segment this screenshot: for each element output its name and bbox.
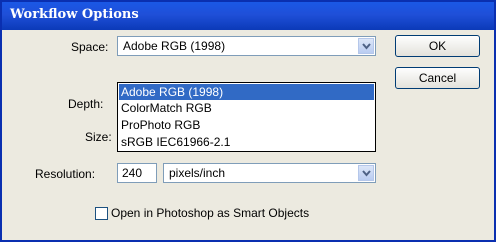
workflow-options-dialog: Workflow Options Space: Adobe RGB (1998)…: [0, 0, 496, 242]
space-dropdown-list[interactable]: Adobe RGB (1998) ColorMatch RGB ProPhoto…: [117, 82, 376, 152]
resolution-value: 240: [122, 166, 143, 180]
space-option-colormatch-rgb[interactable]: ColorMatch RGB: [119, 100, 374, 116]
size-label: Size:: [85, 130, 112, 144]
space-label: Space:: [71, 40, 109, 54]
space-option-prophoto-rgb[interactable]: ProPhoto RGB: [119, 117, 374, 133]
resolution-input[interactable]: 240: [117, 163, 157, 183]
space-option-srgb[interactable]: sRGB IEC61966-2.1: [119, 134, 374, 150]
smart-objects-checkbox[interactable]: [95, 207, 108, 220]
space-option-adobe-rgb[interactable]: Adobe RGB (1998): [119, 84, 374, 100]
chevron-down-icon[interactable]: [358, 38, 374, 54]
space-select[interactable]: Adobe RGB (1998): [117, 36, 376, 56]
smart-objects-label[interactable]: Open in Photoshop as Smart Objects: [111, 206, 309, 220]
space-select-value: Adobe RGB (1998): [123, 39, 226, 53]
resolution-unit-select[interactable]: pixels/inch: [163, 163, 376, 183]
window-title: Workflow Options: [10, 7, 139, 22]
chevron-down-icon[interactable]: [358, 165, 374, 181]
depth-label: Depth:: [68, 97, 104, 111]
resolution-label: Resolution:: [35, 167, 96, 181]
title-bar[interactable]: Workflow Options: [2, 2, 494, 30]
cancel-button[interactable]: Cancel: [395, 67, 480, 89]
resolution-unit-value: pixels/inch: [169, 166, 226, 180]
ok-button[interactable]: OK: [395, 35, 480, 57]
